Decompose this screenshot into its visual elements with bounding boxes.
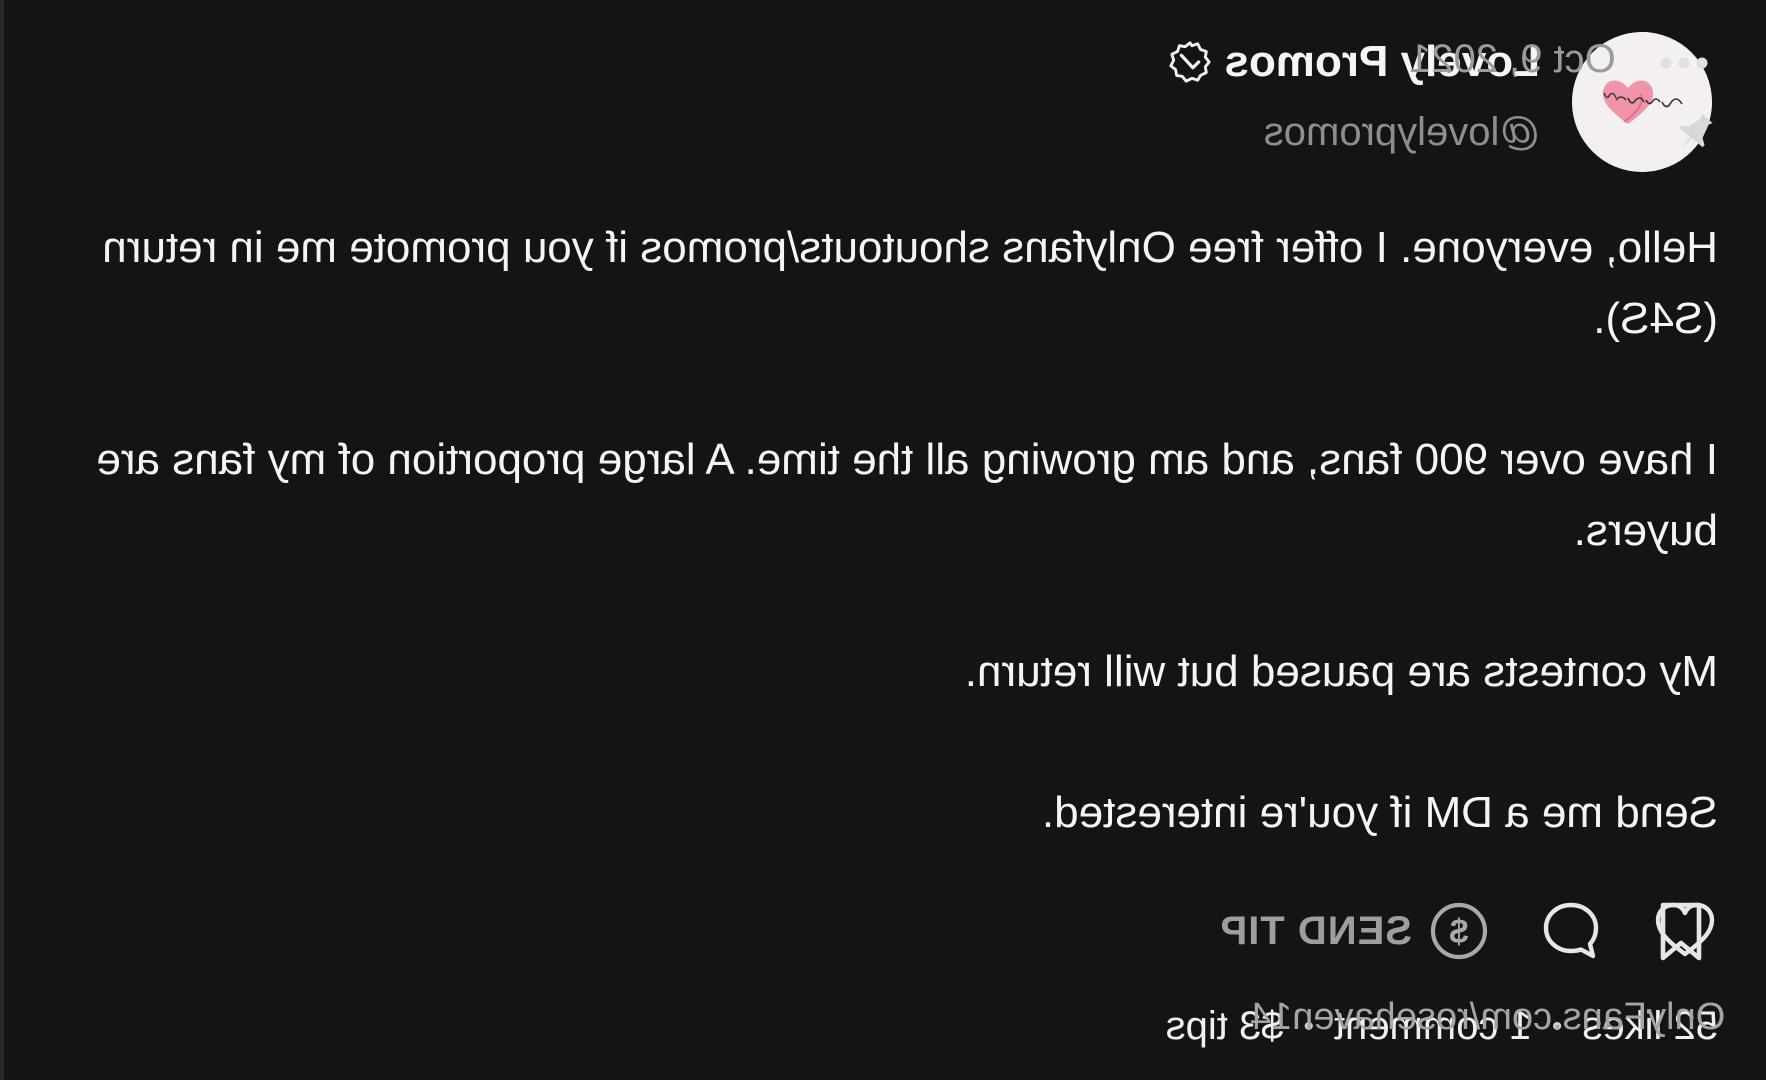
bookmark-button[interactable] (1646, 896, 1716, 966)
watermark: OnlyFans.com/rosehaven14 (1250, 996, 1726, 1038)
comment-button[interactable] (1538, 898, 1604, 964)
post-body: Hello, everyone. I offer free Onlyfans s… (78, 212, 1718, 918)
pin-icon (1679, 113, 1713, 150)
post-paragraph: Send me a DM if you're interested. (1041, 788, 1718, 837)
author-handle[interactable]: @lovelypromos (1264, 110, 1540, 155)
dollar-circle-icon: $ (1430, 902, 1488, 960)
post-paragraph: I have over 900 fans, and am growing all… (96, 435, 1718, 555)
svg-text:$: $ (1449, 913, 1468, 951)
post-date[interactable]: Oct 9, 2021 (1409, 37, 1616, 82)
bookmark-icon (1660, 902, 1702, 961)
post-paragraph: Hello, everyone. I offer free Onlyfans s… (102, 223, 1718, 343)
post-card: Lovely Promos @lovelypromos Oct 9, 2021 … (0, 0, 1766, 1080)
comment-bubble-icon (1543, 902, 1599, 959)
verified-badge-icon (1168, 41, 1211, 83)
frame-edge (0, 0, 4, 1080)
more-dots-icon[interactable] (1658, 52, 1710, 74)
send-tip-button[interactable]: $ SEND TIP (1220, 898, 1492, 964)
post-actions: $ SEND TIP (1220, 896, 1718, 966)
post-paragraph: My contests are paused but will return. (964, 647, 1718, 696)
send-tip-label: SEND TIP (1219, 908, 1412, 953)
